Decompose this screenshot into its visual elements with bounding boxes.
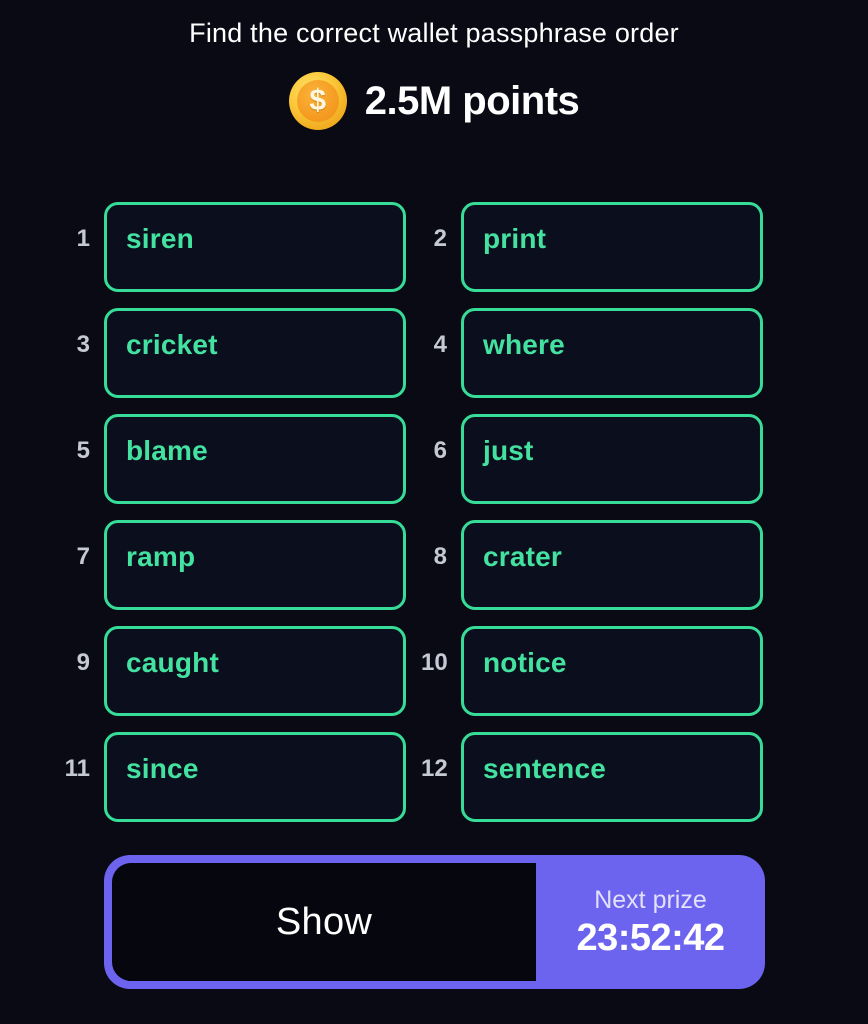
word-text-4: where (483, 329, 565, 360)
word-index-2: 2 (433, 225, 447, 252)
word-index-7: 7 (76, 543, 90, 570)
show-button-label: Show (275, 901, 373, 943)
word-box-8[interactable]: crater (461, 520, 763, 610)
word-index-11: 11 (64, 755, 90, 782)
word-text-12: sentence (483, 753, 606, 784)
word-slot-1[interactable]: 1 siren (64, 202, 406, 292)
word-index-4: 4 (433, 331, 447, 358)
word-text-10: notice (483, 647, 567, 678)
word-box-2[interactable]: print (461, 202, 763, 292)
passphrase-order-screen: Find the correct wallet passphrase order… (0, 0, 868, 1024)
word-box-3[interactable]: cricket (104, 308, 406, 398)
next-prize-label: Next prize (594, 886, 707, 914)
word-box-9[interactable]: caught (104, 626, 406, 716)
word-text-1: siren (126, 223, 194, 254)
word-text-7: ramp (126, 541, 196, 572)
word-text-6: just (483, 435, 534, 466)
points-label: 2.5M points (364, 79, 580, 123)
word-box-4[interactable]: where (461, 308, 763, 398)
word-box-5[interactable]: blame (104, 414, 406, 504)
word-box-10[interactable]: notice (461, 626, 763, 716)
word-slot-8[interactable]: 8 crater (421, 520, 763, 610)
word-slot-3[interactable]: 3 cricket (64, 308, 406, 398)
word-box-11[interactable]: since (104, 732, 406, 822)
word-index-6: 6 (433, 437, 447, 464)
word-index-5: 5 (76, 437, 90, 464)
word-slot-4[interactable]: 4 where (421, 308, 763, 398)
word-slot-7[interactable]: 7 ramp (64, 520, 406, 610)
page-title: Find the correct wallet passphrase order (189, 18, 679, 48)
word-slot-6[interactable]: 6 just (421, 414, 763, 504)
word-slot-12[interactable]: 12 sentence (421, 732, 763, 822)
next-prize-timer[interactable]: Next prize 23:52:42 (536, 855, 765, 989)
word-text-5: blame (126, 435, 208, 466)
word-index-8: 8 (433, 543, 447, 570)
word-text-11: since (126, 753, 199, 784)
word-slot-2[interactable]: 2 print (421, 202, 763, 292)
points-reward: $ 2.5M points (0, 72, 868, 130)
word-index-3: 3 (76, 331, 90, 358)
word-slot-5[interactable]: 5 blame (64, 414, 406, 504)
dollar-sign-glyph: $ (309, 84, 327, 117)
word-text-9: caught (126, 647, 219, 678)
word-box-12[interactable]: sentence (461, 732, 763, 822)
word-slot-9[interactable]: 9 caught (64, 626, 406, 716)
bottom-action-bar: Show Next prize 23:52:42 (104, 855, 765, 989)
word-text-2: print (483, 223, 547, 254)
word-box-6[interactable]: just (461, 414, 763, 504)
word-slot-11[interactable]: 11 since (64, 732, 406, 822)
coin-inner-disc: $ (296, 80, 339, 122)
word-grid: 1 siren 2 print 3 cricket 4 where 5 blam… (0, 202, 868, 822)
word-index-9: 9 (76, 649, 90, 676)
word-index-10: 10 (421, 649, 448, 676)
word-box-7[interactable]: ramp (104, 520, 406, 610)
word-slot-10[interactable]: 10 notice (421, 626, 763, 716)
word-index-12: 12 (421, 755, 448, 782)
word-index-1: 1 (76, 225, 90, 252)
next-prize-countdown: 23:52:42 (576, 917, 725, 959)
show-button[interactable]: Show (112, 863, 536, 981)
word-text-8: crater (483, 541, 563, 572)
gold-coin-dollar-icon: $ (288, 72, 347, 130)
word-box-1[interactable]: siren (104, 202, 406, 292)
word-text-3: cricket (126, 329, 218, 360)
